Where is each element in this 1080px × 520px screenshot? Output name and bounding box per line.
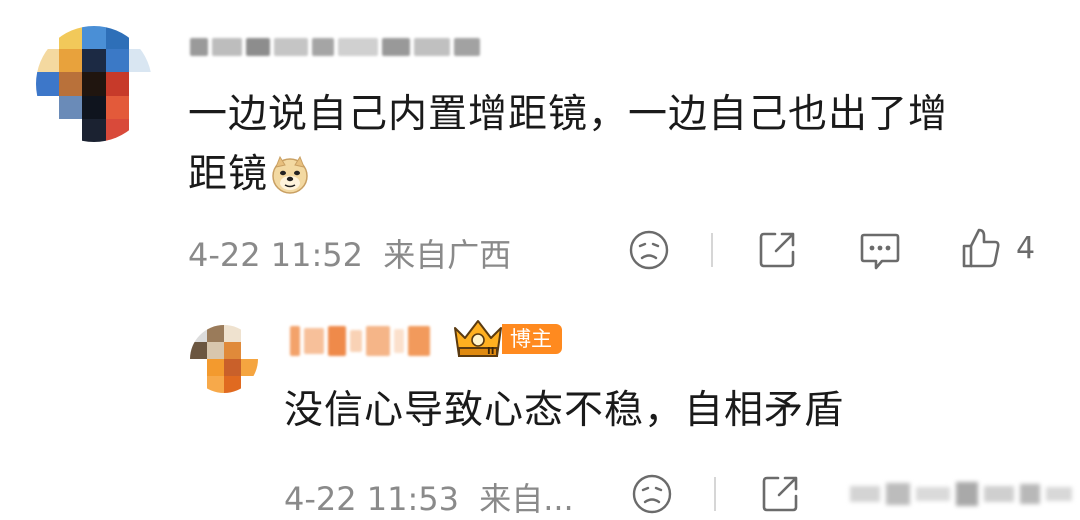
avatar-pixel	[224, 376, 241, 393]
author-badge: II 博主	[452, 320, 562, 357]
reply-location: 来自...	[479, 480, 574, 518]
avatar-pixel	[59, 95, 83, 119]
comment-text-line-2-content: 距镜	[188, 152, 269, 197]
avatar-pixel	[207, 342, 224, 359]
avatar-pixel	[82, 49, 106, 73]
comment-meta: 4-22 11:52 来自广西	[188, 230, 511, 276]
reply-avatar[interactable]	[190, 325, 258, 393]
avatar-pixel	[241, 359, 258, 376]
avatar-pixel	[190, 342, 207, 359]
avatar-pixel	[105, 95, 129, 119]
avatar-pixel	[241, 342, 258, 359]
like-button[interactable]: 4	[960, 226, 1035, 270]
avatar-pixel	[207, 376, 224, 393]
avatar-pixel	[82, 26, 106, 50]
avatar-pixel	[128, 95, 152, 119]
avatar-pixel	[105, 118, 129, 142]
thumbs-up-icon	[962, 228, 1000, 268]
dislike-face-icon[interactable]	[631, 473, 673, 515]
avatar-pixel	[82, 72, 106, 96]
reply-username[interactable]	[290, 326, 430, 356]
badge-label: 博主	[502, 324, 562, 354]
avatar-pixel	[190, 376, 207, 393]
comment-location: 来自广西	[383, 236, 512, 274]
avatar-pixel	[36, 72, 60, 96]
avatar-pixel	[128, 118, 152, 142]
avatar-pixel	[224, 342, 241, 359]
avatar-pixel	[105, 26, 129, 50]
avatar-pixel	[190, 359, 207, 376]
avatar-pixel	[82, 95, 106, 119]
share-icon[interactable]	[756, 229, 798, 271]
dislike-face-icon[interactable]	[628, 229, 670, 271]
crown-icon: II	[454, 320, 502, 357]
avatar-pixel	[128, 26, 152, 50]
comment-text-line-2: 距镜	[188, 146, 310, 204]
avatar-pixel	[59, 26, 83, 50]
avatar-pixel	[105, 49, 129, 73]
badge-level: II	[487, 346, 494, 357]
avatar-pixel	[207, 325, 224, 342]
share-icon[interactable]	[759, 473, 801, 515]
avatar[interactable]	[36, 26, 152, 142]
avatar-pixel	[59, 118, 83, 142]
reply-text: 没信心导致心态不稳，自相矛盾	[284, 388, 845, 433]
avatar-pixel	[36, 49, 60, 73]
reply-date: 4-22 11:53	[284, 480, 460, 518]
avatar-pixel	[36, 95, 60, 119]
avatar-pixel	[59, 49, 83, 73]
reply-meta: 4-22 11:53 来自...	[284, 474, 574, 520]
comment-text-line-1: 一边说自己内置增距镜，一边自己也出了增	[188, 92, 949, 137]
avatar-pixel	[128, 49, 152, 73]
avatar-pixel	[59, 72, 83, 96]
avatar-pixel	[224, 325, 241, 342]
blurred-watermark	[850, 476, 1072, 512]
like-count: 4	[1016, 230, 1036, 266]
avatar-pixel	[36, 26, 60, 50]
divider	[711, 233, 713, 267]
divider	[714, 477, 716, 511]
comment-icon[interactable]	[858, 229, 902, 273]
avatar-pixel	[190, 325, 207, 342]
comment-date: 4-22 11:52	[188, 236, 364, 274]
avatar-pixel	[82, 118, 106, 142]
avatar-pixel	[207, 359, 224, 376]
avatar-pixel	[241, 376, 258, 393]
avatar-pixel	[105, 72, 129, 96]
username[interactable]	[190, 38, 480, 56]
doge-emoji	[272, 155, 308, 194]
avatar-pixel	[241, 325, 258, 342]
avatar-pixel	[36, 118, 60, 142]
avatar-pixel	[128, 72, 152, 96]
avatar-pixel	[224, 359, 241, 376]
